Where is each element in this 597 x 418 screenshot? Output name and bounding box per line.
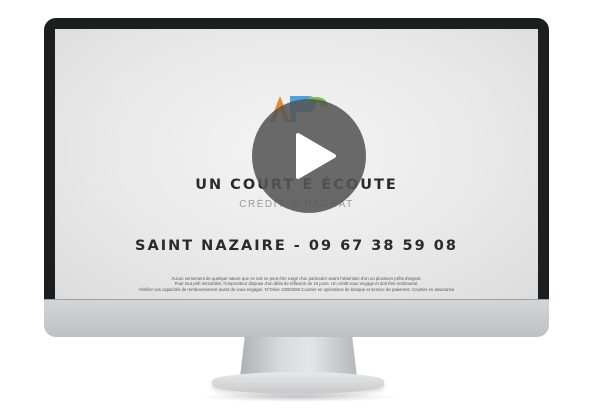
monitor-stand-neck (240, 337, 357, 377)
legal-disclaimer: Aucun versement de quelque nature que ce… (95, 276, 498, 292)
monitor-stand-base (212, 372, 384, 394)
video-phone-line: SAINT NAZAIRE - 09 67 38 59 08 (135, 238, 458, 254)
monitor-screen: UN COURT E ÉCOUTE CRÉDIT, A RACHAT SAINT… (55, 29, 538, 300)
play-icon (296, 133, 336, 179)
video-thumbnail[interactable]: UN COURT E ÉCOUTE CRÉDIT, A RACHAT SAINT… (0, 0, 597, 418)
disclaimer-line: Vérifiez vos capacités de remboursement … (138, 286, 455, 292)
play-button[interactable] (252, 99, 366, 213)
monitor-chin (44, 300, 549, 337)
monitor-bezel: UN COURT E ÉCOUTE CRÉDIT, A RACHAT SAINT… (44, 18, 549, 308)
